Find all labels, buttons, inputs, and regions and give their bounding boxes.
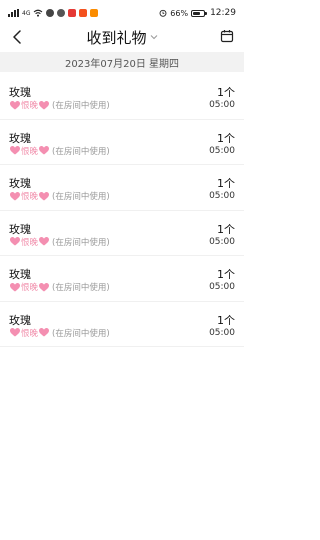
gift-sender: 恨晚 bbox=[21, 146, 39, 157]
gift-row[interactable]: 玫瑰恨晚 (在房间中使用) 1个 05:00 bbox=[0, 74, 244, 120]
heart-icon bbox=[10, 191, 20, 200]
app-notification-icon bbox=[46, 9, 55, 17]
gift-row[interactable]: 玫瑰恨晚 (在房间中使用) 1个 05:00 bbox=[0, 256, 244, 302]
gift-quantity: 1个 bbox=[217, 131, 235, 145]
gift-row[interactable]: 玫瑰 恨晚 (在房间中使用) 1个 05:00 bbox=[0, 120, 244, 165]
heart-icon bbox=[39, 328, 50, 337]
app-notification-icon bbox=[68, 9, 77, 17]
gift-time: 05:00 bbox=[209, 191, 235, 201]
gift-location: (在房间中使用) bbox=[52, 237, 110, 248]
page-title: 收到礼物 bbox=[86, 28, 147, 47]
calendar-button[interactable] bbox=[219, 28, 235, 44]
chat-notification-icon bbox=[57, 9, 66, 17]
gift-sender-line: 恨晚 (在房间中使用) bbox=[9, 145, 110, 157]
heart-icon bbox=[39, 282, 50, 291]
network-label: 4G bbox=[22, 9, 31, 17]
gift-location: (在房间中使用) bbox=[52, 328, 110, 339]
header: 收到礼物 bbox=[0, 26, 244, 48]
gift-list: 玫瑰 恨晚 (在房间中使用) 1个 05:00 玫瑰 恨晚 (在房间中使用) 1个 05:00 玫瑰… bbox=[0, 74, 244, 347]
chevron-left-icon bbox=[13, 30, 21, 44]
heart-icon bbox=[39, 191, 50, 200]
gift-time: 05:00 bbox=[209, 327, 235, 338]
date-header: 2023年07月20日 星期四 bbox=[0, 52, 244, 72]
gift-location: (在房间中使用) bbox=[52, 192, 110, 202]
gift-sender: 恨晚 bbox=[21, 328, 39, 339]
gift-sender: 恨晚 bbox=[21, 192, 39, 202]
gift-sender-line: 恨晚 (在房间中使用) bbox=[9, 190, 110, 202]
gift-name: 玫瑰 bbox=[9, 86, 31, 99]
gift-row[interactable]: 玫瑰恨晚 (在房间中使用) 1个 05:00 bbox=[0, 165, 244, 211]
alarm-icon bbox=[159, 9, 167, 17]
heart-icon bbox=[10, 146, 20, 155]
gift-name: 玫瑰 bbox=[9, 313, 31, 327]
gift-sender: 恨晚 bbox=[21, 101, 39, 111]
gift-row[interactable]: 玫瑰 恨晚 (在房间中使用) 1个 05:00 bbox=[0, 302, 244, 347]
gift-quantity: 1个 bbox=[217, 222, 235, 236]
gift-name: 玫瑰 bbox=[9, 177, 31, 190]
status-bar-left: 4G bbox=[8, 9, 99, 17]
gift-quantity: 1个 bbox=[217, 86, 235, 99]
gift-location: (在房间中使用) bbox=[52, 283, 110, 293]
app-notification-icon bbox=[90, 9, 99, 17]
battery-fill bbox=[193, 11, 200, 15]
gift-quantity: 1个 bbox=[217, 313, 235, 327]
heart-icon bbox=[10, 328, 20, 337]
gift-quantity: 1个 bbox=[217, 268, 235, 281]
gift-sender-line: 恨晚 (在房间中使用) bbox=[9, 281, 110, 293]
gift-sender-line: 恨晚 (在房间中使用) bbox=[9, 236, 110, 248]
heart-icon bbox=[10, 282, 20, 291]
gift-sender-line: 恨晚 (在房间中使用) bbox=[9, 99, 110, 111]
battery-percent: 66% bbox=[170, 8, 189, 18]
clock: 12:29 bbox=[210, 8, 236, 18]
back-button[interactable] bbox=[8, 28, 26, 46]
status-bar-right: 66% 12:29 bbox=[159, 8, 236, 18]
heart-icon bbox=[39, 100, 50, 109]
date-label: 2023年07月20日 星期四 bbox=[64, 58, 180, 70]
heart-icon bbox=[10, 100, 20, 109]
gift-sender: 恨晚 bbox=[21, 283, 39, 293]
gift-quantity: 1个 bbox=[217, 177, 235, 190]
status-bar: 4G 66% 12:29 bbox=[0, 0, 244, 26]
gift-name: 玫瑰 bbox=[9, 131, 31, 145]
gift-time: 05:00 bbox=[209, 236, 235, 247]
gift-location: (在房间中使用) bbox=[52, 146, 110, 157]
wifi-icon bbox=[34, 9, 43, 17]
gift-name: 玫瑰 bbox=[9, 268, 31, 281]
heart-icon bbox=[39, 237, 50, 246]
calendar-icon bbox=[220, 30, 234, 43]
signal-icon bbox=[8, 9, 19, 17]
gift-time: 05:00 bbox=[209, 145, 235, 156]
gift-time: 05:00 bbox=[209, 282, 235, 292]
heart-icon bbox=[39, 146, 50, 155]
heart-icon bbox=[10, 237, 20, 246]
gift-name: 玫瑰 bbox=[9, 222, 31, 236]
app-notification-icon bbox=[79, 9, 88, 17]
battery-icon bbox=[191, 9, 208, 17]
gift-time: 05:00 bbox=[209, 100, 235, 110]
gift-row[interactable]: 玫瑰 恨晚 (在房间中使用) 1个 05:00 bbox=[0, 211, 244, 256]
gift-location: (在房间中使用) bbox=[52, 101, 110, 111]
gift-sender: 恨晚 bbox=[21, 237, 39, 248]
gift-sender-line: 恨晚 (在房间中使用) bbox=[9, 327, 110, 339]
chevron-down-icon bbox=[150, 35, 157, 40]
title-dropdown[interactable]: 收到礼物 bbox=[86, 27, 157, 48]
